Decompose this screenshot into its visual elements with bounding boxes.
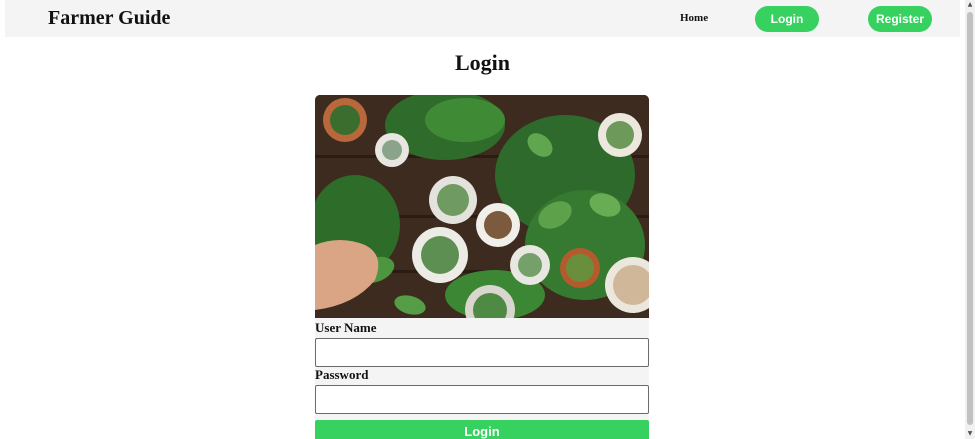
brand-logo[interactable]: Farmer Guide <box>48 7 170 30</box>
scroll-up-icon[interactable]: ▲ <box>965 0 975 10</box>
login-submit-button[interactable]: Login <box>315 420 649 439</box>
password-input[interactable] <box>315 385 649 414</box>
nav-login-button[interactable]: Login <box>755 6 819 32</box>
nav-register-button[interactable]: Register <box>868 6 932 32</box>
navbar: Farmer Guide Home Login Register <box>5 0 960 37</box>
vertical-scrollbar[interactable]: ▲ ▼ <box>965 0 975 439</box>
username-label: User Name <box>315 320 377 335</box>
scroll-down-icon[interactable]: ▼ <box>965 429 975 439</box>
nav-home-link[interactable]: Home <box>680 12 708 24</box>
login-form: User Name Password Login <box>315 95 649 439</box>
username-input[interactable] <box>315 338 649 367</box>
plants-hero-image <box>315 95 649 318</box>
page-title: Login <box>454 50 511 75</box>
password-label: Password <box>315 367 369 382</box>
scrollbar-thumb[interactable] <box>967 12 973 425</box>
